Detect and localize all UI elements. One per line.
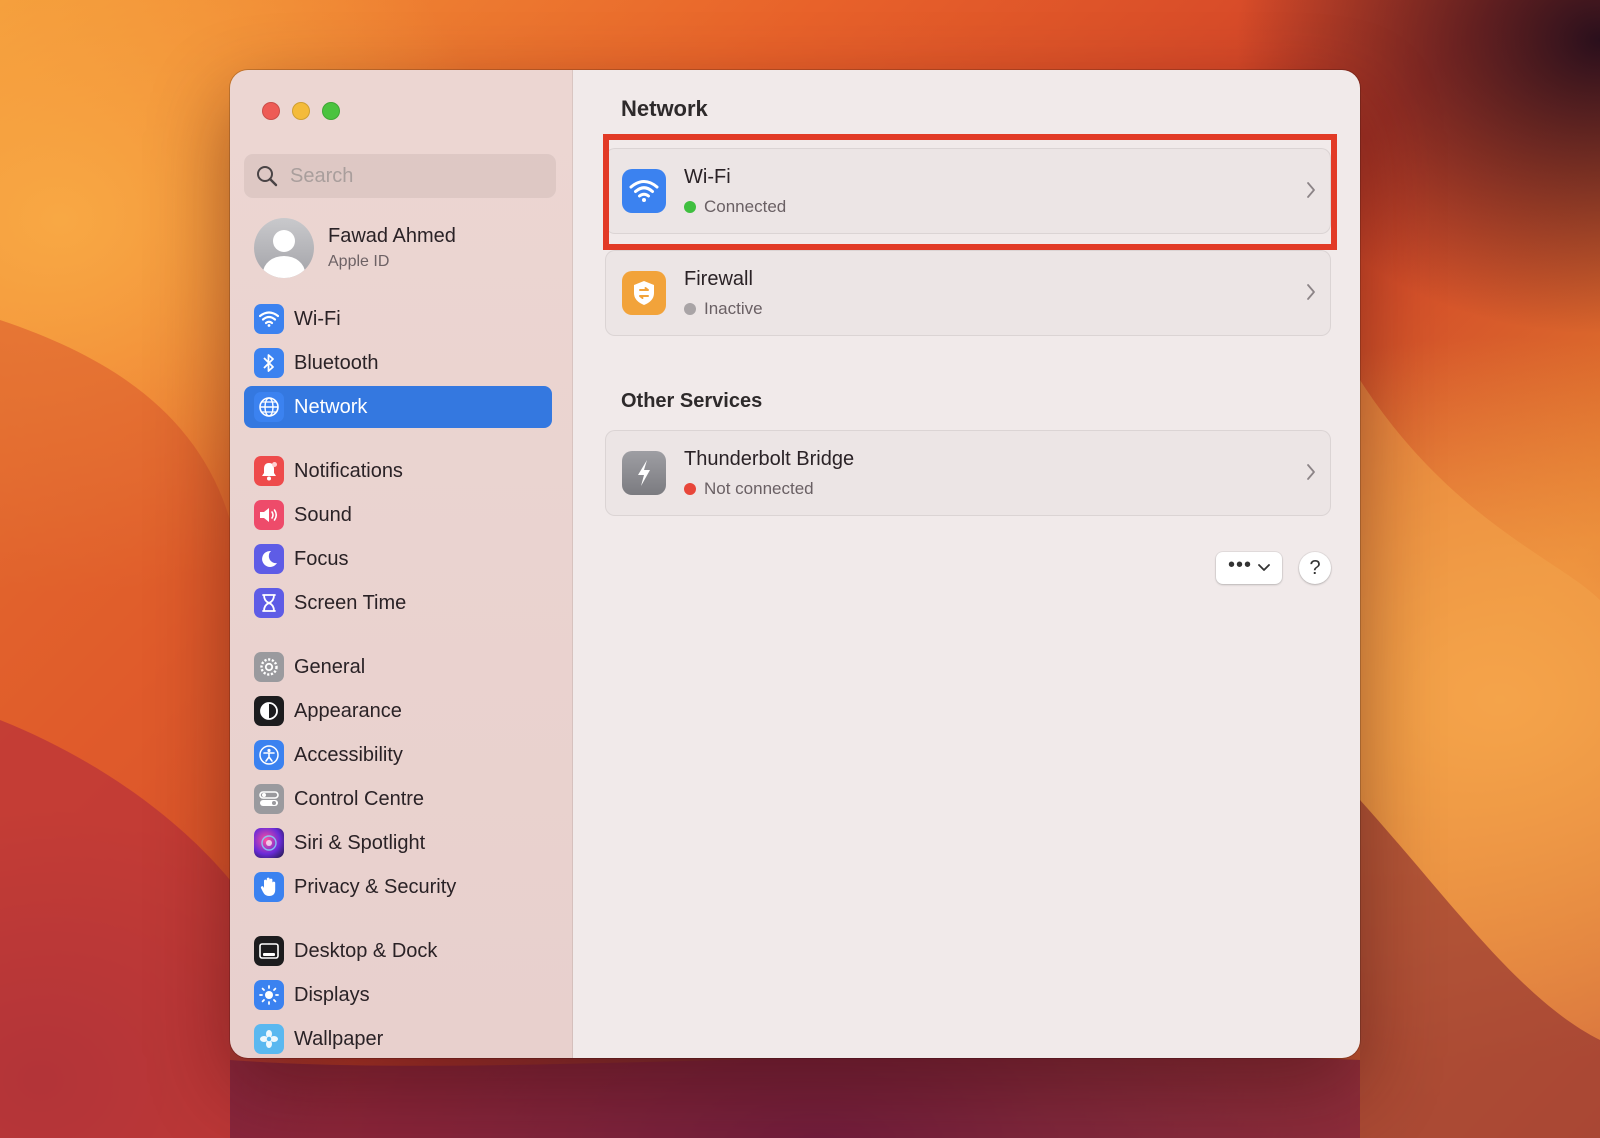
firewall-icon <box>622 271 666 315</box>
sidebar-item-focus[interactable]: Focus <box>244 538 552 580</box>
thunderbolt-icon <box>622 451 666 495</box>
sidebar-item-wifi[interactable]: Wi-Fi <box>244 298 552 340</box>
dock-icon <box>254 936 284 966</box>
profile-subtitle: Apple ID <box>328 253 390 270</box>
minimize-window-button[interactable] <box>292 102 310 120</box>
sidebar-item-label: Control Centre <box>294 787 425 810</box>
sidebar-item-displays[interactable]: Displays <box>244 974 552 1016</box>
sidebar-item-screen-time[interactable]: Screen Time <box>244 582 552 624</box>
sun-icon <box>254 980 284 1010</box>
help-button[interactable]: ? <box>1299 552 1331 584</box>
profile-name: Fawad Ahmed <box>328 225 456 247</box>
sidebar-item-label: Screen Time <box>294 591 407 614</box>
service-row-wifi[interactable]: Wi-Fi Connected <box>605 148 1331 234</box>
zoom-window-button[interactable] <box>322 102 340 120</box>
sidebar-item-label: Desktop & Dock <box>294 939 438 962</box>
window-controls <box>262 102 340 120</box>
sidebar-item-bluetooth[interactable]: Bluetooth <box>244 342 552 384</box>
sidebar-item-label: Sound <box>294 503 352 526</box>
sidebar-item-sound[interactable]: Sound <box>244 494 552 536</box>
search-input[interactable] <box>288 163 532 189</box>
status-dot <box>684 200 696 213</box>
appearance-icon <box>254 696 284 726</box>
sidebar-item-accessibility[interactable]: Accessibility <box>244 734 552 776</box>
chevron-right-icon <box>1307 284 1315 300</box>
chevron-right-icon <box>1307 464 1315 480</box>
service-status-text: Inactive <box>704 298 763 318</box>
search-icon <box>257 166 278 187</box>
service-status: Connected <box>684 197 786 217</box>
sidebar-item-siri-spotlight[interactable]: Siri & Spotlight <box>244 822 552 864</box>
sidebar-item-network[interactable]: Network <box>244 386 552 428</box>
sidebar-item-control-centre[interactable]: Control Centre <box>244 778 552 820</box>
sidebar-item-appearance[interactable]: Appearance <box>244 690 552 732</box>
service-row-thunderbolt-bridge[interactable]: Thunderbolt Bridge Not connected <box>605 430 1331 516</box>
sidebar-item-wallpaper[interactable]: Wallpaper <box>244 1018 552 1058</box>
search-field[interactable] <box>244 154 556 198</box>
wifi-icon <box>254 304 284 334</box>
accessibility-icon <box>254 740 284 770</box>
more-actions-button[interactable]: ••• <box>1216 552 1282 584</box>
section-title-other-services: Other Services <box>621 390 763 412</box>
sidebar-item-label: Focus <box>294 547 349 570</box>
status-dot <box>684 302 696 315</box>
service-row-firewall[interactable]: Firewall Inactive <box>605 250 1331 336</box>
flower-icon <box>254 1024 284 1054</box>
hand-icon <box>254 872 284 902</box>
sidebar-item-label: General <box>294 655 366 678</box>
sidebar-item-label: Siri & Spotlight <box>294 831 426 854</box>
apple-id-profile[interactable]: Fawad Ahmed Apple ID <box>254 218 456 278</box>
sidebar-item-label: Displays <box>294 983 370 1006</box>
gear-icon <box>254 652 284 682</box>
sidebar-item-label: Accessibility <box>294 743 403 766</box>
bluetooth-icon <box>254 348 284 378</box>
sidebar: Fawad Ahmed Apple ID Wi-Fi Bluetooth <box>230 70 573 1058</box>
moon-icon <box>254 544 284 574</box>
siri-icon <box>254 828 284 858</box>
sidebar-item-label: Notifications <box>294 459 403 482</box>
wifi-icon <box>622 169 666 213</box>
service-status: Not connected <box>684 479 854 499</box>
globe-icon <box>254 392 284 422</box>
service-status: Inactive <box>684 299 763 319</box>
ellipsis-icon: ••• <box>1227 554 1252 576</box>
sidebar-item-privacy-security[interactable]: Privacy & Security <box>244 866 552 908</box>
sidebar-item-label: Appearance <box>294 699 402 722</box>
bell-icon <box>254 456 284 486</box>
service-status-text: Not connected <box>704 478 814 498</box>
system-settings-window: Fawad Ahmed Apple ID Wi-Fi Bluetooth <box>230 70 1360 1058</box>
sidebar-item-notifications[interactable]: Notifications <box>244 450 552 492</box>
service-name: Thunderbolt Bridge <box>684 447 855 470</box>
speaker-icon <box>254 500 284 530</box>
service-status-text: Connected <box>704 196 787 216</box>
service-name: Wi-Fi <box>684 165 731 188</box>
sidebar-item-general[interactable]: General <box>244 646 552 688</box>
sidebar-item-desktop-dock[interactable]: Desktop & Dock <box>244 930 552 972</box>
chevron-down-icon <box>1258 564 1270 571</box>
sidebar-item-label: Bluetooth <box>294 351 379 374</box>
hourglass-icon <box>254 588 284 618</box>
chevron-right-icon <box>1307 182 1315 198</box>
status-dot <box>684 482 696 495</box>
sidebar-item-label: Wi-Fi <box>294 307 341 330</box>
sidebar-item-label: Privacy & Security <box>294 875 457 898</box>
page-title: Network <box>621 96 708 121</box>
control-centre-icon <box>254 784 284 814</box>
close-window-button[interactable] <box>262 102 280 120</box>
main-pane: Network Wi-Fi Connected Firewall Inactiv… <box>573 70 1360 1058</box>
service-name: Firewall <box>684 267 753 290</box>
avatar <box>254 218 314 278</box>
sidebar-item-label: Network <box>294 395 368 418</box>
sidebar-item-label: Wallpaper <box>294 1027 384 1050</box>
